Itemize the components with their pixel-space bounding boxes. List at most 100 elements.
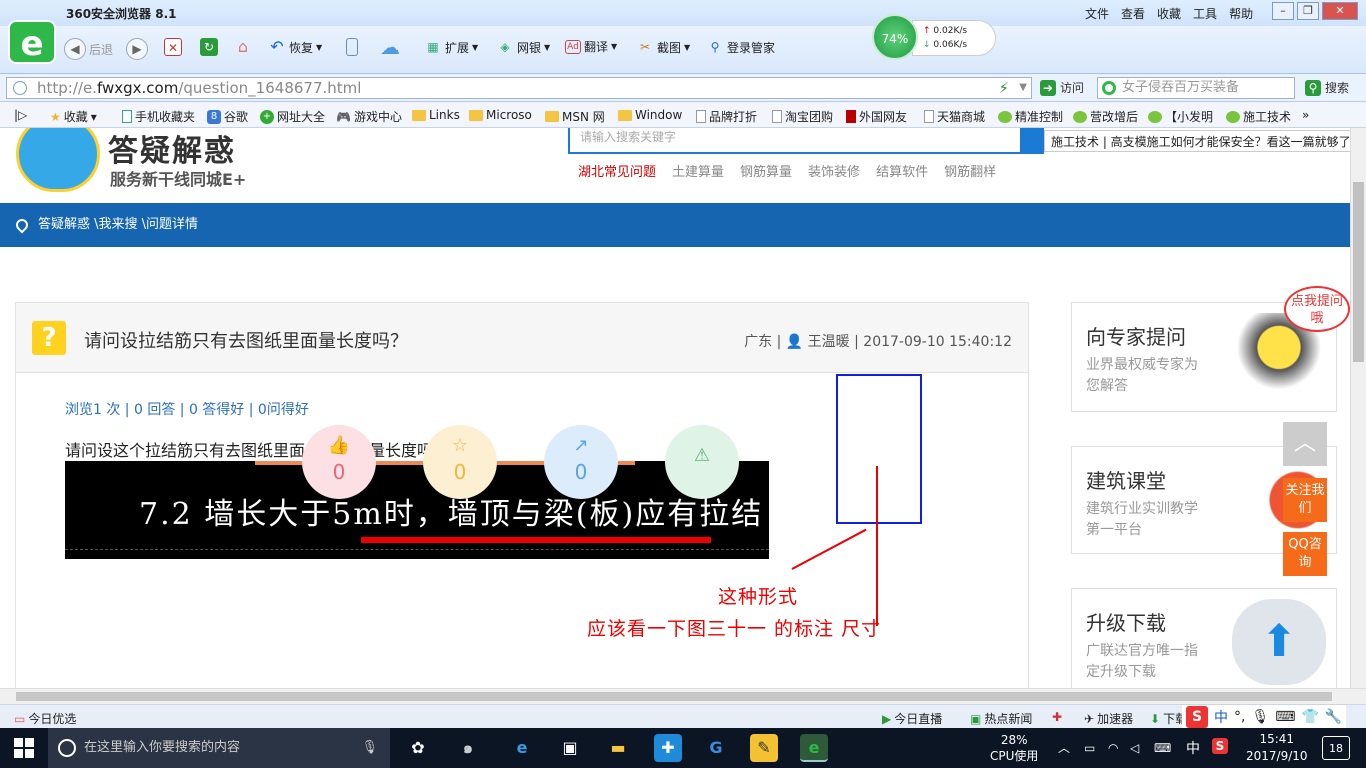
taskbar-app-blue-icon[interactable]: ✚ — [654, 734, 682, 762]
fav-item-games[interactable]: 🎮 游戏中心 — [336, 108, 402, 125]
subnav-civil[interactable]: 土建算量 — [672, 161, 724, 180]
stop-button[interactable]: ✕ — [164, 38, 182, 56]
visit-button[interactable]: ➜ 访问 — [1040, 79, 1084, 96]
fav-more-icon[interactable]: » — [1302, 108, 1309, 122]
breadcrumb[interactable]: 答疑解惑 \我来搜 \问题详情 — [38, 203, 198, 247]
horizontal-scrollbar[interactable] — [0, 688, 1366, 704]
fav-item-favorites[interactable]: ★ 收藏 ▾ — [50, 108, 97, 125]
fav-item-google[interactable]: 8 谷歌 — [207, 108, 248, 125]
network-speed-ball[interactable]: 74% — [872, 14, 918, 60]
qq-consult-button[interactable]: QQ咨询 — [1283, 532, 1327, 576]
like-button[interactable]: 👍 0 — [302, 425, 376, 499]
site-title[interactable]: 答疑解惑 — [108, 128, 236, 170]
fav-item-tmall[interactable]: 天猫商城 — [924, 108, 985, 125]
login-manager-button[interactable]: ⚲ 登录管家 — [706, 38, 775, 56]
taskbar-app-g-icon[interactable]: G — [702, 734, 730, 762]
screenshot-button[interactable]: ✂ 截图 ▼ — [636, 38, 690, 56]
close-button[interactable]: ✕ — [1322, 2, 1358, 20]
url-input[interactable]: http://e.fwxgx.com/question_1648677.html… — [6, 77, 1032, 99]
taskbar-app-spiral-icon[interactable]: ๑ — [454, 734, 482, 762]
ask-me-bubble[interactable]: 点我提问哦 — [1284, 286, 1350, 332]
360-browser-logo-icon[interactable]: e — [8, 20, 56, 64]
extend-button[interactable]: ▦ 扩展 ▼ — [424, 38, 478, 56]
fav-item-windows[interactable]: Window — [618, 108, 682, 122]
windows-start-icon[interactable] — [14, 738, 34, 758]
cpu-usage[interactable]: 28% CPU使用 — [990, 732, 1038, 764]
tray-chevron-icon[interactable]: ︿ — [1058, 740, 1070, 756]
favorites-toggle-icon[interactable]: |▷ — [14, 108, 27, 122]
fav-item-precision[interactable]: 精准控制 — [998, 108, 1063, 125]
vertical-scroll-thumb[interactable] — [1353, 182, 1364, 362]
vertical-scrollbar[interactable] — [1350, 128, 1366, 688]
taskbar-search-box[interactable]: 在这里输入你要搜索的内容 🎙 — [48, 728, 390, 768]
browser-search-input[interactable]: 女子侵吞百万买装备 — [1097, 77, 1295, 99]
keyboard-icon[interactable]: ⌨ — [1154, 740, 1171, 756]
ime-toolbar[interactable]: S 中 °, 🎙 ⌨ 👕 🔧 — [1182, 705, 1347, 729]
report-button[interactable]: ⚠ — [665, 425, 739, 499]
fav-item-msn[interactable]: MSN 网 — [545, 108, 605, 125]
phone-button[interactable] — [346, 38, 358, 56]
menu-file[interactable]: 文件 — [1085, 5, 1109, 22]
menu-view[interactable]: 查看 — [1121, 5, 1145, 22]
back-button[interactable]: ◀ 后退 — [64, 38, 113, 60]
share-button[interactable]: ↗ 0 — [544, 425, 618, 499]
question-attached-image[interactable]: 7.2 墙长大于5m时，墙顶与梁(板)应有拉结 见图三十一。 — [65, 461, 769, 559]
fav-item-links[interactable]: Links — [412, 108, 460, 122]
cloud-button[interactable]: ☁ — [380, 37, 400, 57]
fav-item-microsoft[interactable]: Microso — [469, 108, 532, 122]
fav-item-foreign[interactable]: 外国网友 — [846, 108, 907, 125]
taskbar-explorer-icon[interactable]: ▬ — [604, 734, 632, 762]
menu-favorites[interactable]: 收藏 — [1157, 5, 1181, 22]
subnav-rebar[interactable]: 钢筋算量 — [740, 161, 792, 180]
minimize-button[interactable]: – — [1272, 2, 1294, 20]
horizontal-scroll-thumb[interactable] — [16, 692, 1332, 701]
taskbar-360-browser-icon[interactable]: e — [800, 734, 828, 762]
plus-icon[interactable]: ✚ — [1052, 710, 1062, 724]
today-picks[interactable]: ▭ 今日优选 — [14, 710, 76, 727]
back-to-top-button[interactable]: ︿ — [1283, 422, 1327, 466]
fav-item-mobile[interactable]: 手机收藏夹 — [122, 108, 195, 125]
lightning-icon[interactable]: ⚡ — [998, 78, 1009, 98]
system-clock[interactable]: 15:41 2017/9/10 — [1246, 731, 1308, 765]
home-button[interactable]: ⌂ — [234, 38, 252, 56]
accelerator[interactable]: ✈ 加速器 — [1084, 710, 1133, 727]
refresh-button[interactable]: ↻ — [200, 38, 218, 56]
taskbar-store-icon[interactable]: ▣ — [556, 734, 584, 762]
forward-button[interactable]: ▶ — [126, 38, 148, 60]
site-search-button[interactable] — [1020, 128, 1044, 154]
fav-item-brand[interactable]: 品牌打折 — [696, 108, 757, 125]
site-mascot-logo[interactable] — [16, 128, 100, 192]
tray-sogou-icon[interactable]: S — [1212, 738, 1228, 754]
fav-item-invention[interactable]: 【小发明 — [1148, 108, 1213, 125]
taskbar-app-pinwheel-icon[interactable]: ✿ — [404, 734, 432, 762]
wifi-icon[interactable]: ◠ — [1108, 740, 1118, 756]
notification-center-icon[interactable]: 18 — [1322, 736, 1350, 760]
sidebar-download[interactable]: 升级下载 广联达官方唯一指定升级下载 ⬆ — [1071, 588, 1337, 688]
fav-item-sites[interactable]: + 网址大全 — [260, 108, 325, 125]
browser-search-button[interactable]: ⚲ 搜索 — [1305, 79, 1349, 96]
hot-news[interactable]: ▣ 热点新闻 — [970, 710, 1032, 727]
dropdown-arrow-icon[interactable]: ▼ — [1019, 78, 1027, 98]
microphone-icon[interactable]: 🎙 — [361, 728, 378, 768]
fav-item-vat[interactable]: 营改增后 — [1073, 108, 1138, 125]
bank-button[interactable]: ◈ 网银 ▼ — [496, 38, 550, 56]
fav-item-construction[interactable]: 施工技术 — [1226, 108, 1291, 125]
subnav-rebar-layout[interactable]: 钢筋翻样 — [944, 161, 996, 180]
restore-button[interactable]: ❐ — [1297, 2, 1319, 20]
hot-news-tooltip[interactable]: 施工技术 | 高支模施工如何才能保安全？看这一篇就够了！ — [1044, 130, 1350, 152]
subnav-decoration[interactable]: 装饰装修 — [808, 161, 860, 180]
battery-icon[interactable]: ▭ — [1084, 740, 1095, 756]
menu-tools[interactable]: 工具 — [1193, 5, 1217, 22]
restore-tab-button[interactable]: ↶ 恢复 ▼ — [268, 38, 322, 56]
subnav-hubei[interactable]: 湖北常见问题 — [578, 161, 656, 180]
subnav-settlement[interactable]: 结算软件 — [876, 161, 928, 180]
favorite-button[interactable]: ☆ 0 — [423, 425, 497, 499]
taskbar-app-notes-icon[interactable]: ✎ — [750, 734, 778, 762]
follow-us-button[interactable]: 关注我们 — [1283, 478, 1327, 522]
site-search-input[interactable]: 请输入搜索关键字 — [568, 128, 1038, 154]
today-live[interactable]: ▶ 今日直播 — [882, 710, 942, 727]
tray-ime-indicator[interactable]: 中 — [1186, 738, 1200, 758]
fav-item-taobao[interactable]: 淘宝团购 — [772, 108, 833, 125]
taskbar-edge-icon[interactable]: e — [508, 734, 536, 762]
volume-icon[interactable]: ◁ — [1130, 740, 1139, 756]
